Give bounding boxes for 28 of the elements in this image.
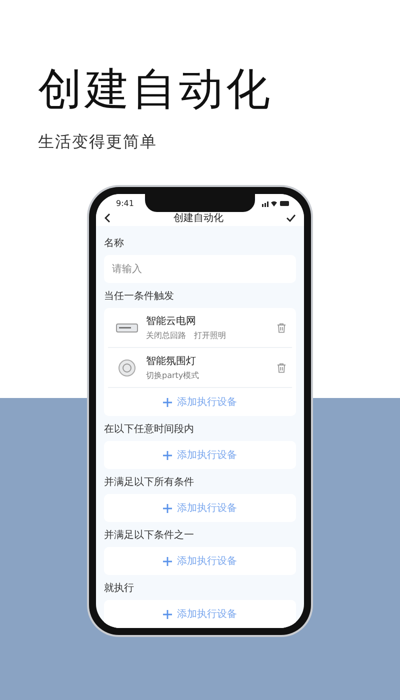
- plus-icon: [163, 398, 172, 407]
- lamp-icon: [116, 358, 138, 377]
- subtitle: 生活变得更简单: [38, 132, 158, 154]
- screen-title: 创建自动化: [174, 212, 224, 225]
- device-detail: 切换party模式: [146, 370, 200, 382]
- section-label: 就执行: [104, 582, 135, 596]
- device-name: 智能云电网: [146, 314, 197, 328]
- section-label: 并满足以下条件之一: [104, 528, 195, 544]
- trash-icon[interactable]: [277, 362, 286, 373]
- plus-icon: [163, 556, 172, 566]
- device-detail: 关闭总回路: [146, 330, 186, 342]
- section-label: 在以下任意时间段内: [104, 422, 195, 438]
- section-label: 并满足以下所有条件: [104, 476, 195, 490]
- field-label: 名称: [104, 237, 125, 252]
- section-label: 当任一条件触发: [104, 290, 175, 304]
- device-name: 智能氛围灯: [146, 354, 197, 368]
- trash-icon[interactable]: [277, 322, 286, 333]
- device-detail: 打开照明: [194, 330, 226, 342]
- name-input[interactable]: 请输入: [104, 255, 296, 284]
- headline: 创建自动化: [38, 66, 274, 114]
- status-time: 9:41: [116, 199, 134, 208]
- plus-icon: [163, 450, 172, 460]
- plus-icon: [163, 610, 172, 619]
- back-icon[interactable]: [104, 212, 111, 223]
- check-icon[interactable]: [286, 214, 296, 222]
- plus-icon: [163, 504, 172, 513]
- status-icons: [262, 200, 290, 208]
- power-strip-icon: [116, 322, 138, 333]
